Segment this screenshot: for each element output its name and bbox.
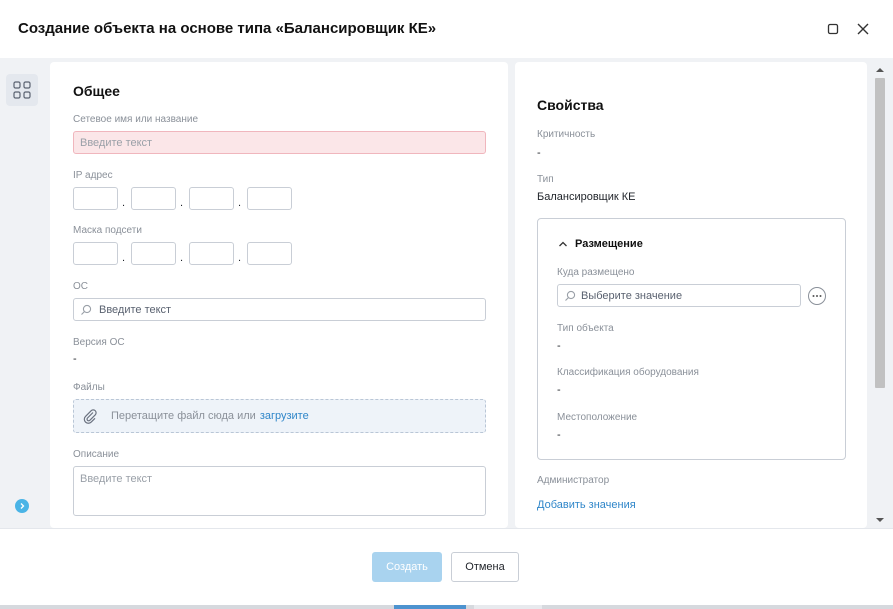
- classification-label: Классификация оборудования: [557, 367, 699, 378]
- ip-octet-2[interactable]: [131, 187, 176, 210]
- maximize-icon: [827, 23, 839, 35]
- expand-rail-button[interactable]: [15, 499, 29, 513]
- ip-octet-3[interactable]: [189, 187, 234, 210]
- dialog-title: Создание объекта на основе типа «Баланси…: [18, 20, 437, 37]
- os-version-label: Версия ОС: [73, 337, 125, 348]
- mask-separator: .: [238, 252, 242, 264]
- dropzone-hint: Перетащите файл сюда или: [111, 410, 256, 422]
- location-label: Куда размещено: [557, 267, 635, 278]
- grid-icon: [13, 81, 31, 99]
- background-button: [474, 605, 542, 609]
- criticality-value: -: [537, 147, 541, 159]
- upload-link[interactable]: загрузите: [260, 410, 309, 422]
- location-select[interactable]: Выберите значение: [557, 284, 801, 307]
- left-rail: [0, 58, 50, 528]
- mask-octet-3[interactable]: [189, 242, 234, 265]
- os-placeholder: Введите текст: [99, 303, 172, 316]
- dialog-footer: Создать Отмена: [0, 528, 893, 605]
- type-label: Тип: [537, 174, 554, 185]
- create-object-dialog: Создание объекта на основе типа «Баланси…: [0, 0, 893, 605]
- placement-toggle[interactable]: Размещение: [558, 238, 643, 250]
- general-panel: Общее Сетевое имя или название Введите т…: [50, 62, 508, 528]
- scrollbar-thumb[interactable]: [875, 78, 885, 388]
- administrator-label: Администратор: [537, 475, 610, 486]
- ip-octet-4[interactable]: [247, 187, 292, 210]
- type-value: Балансировщик КЕ: [537, 191, 636, 203]
- object-type-label: Тип объекта: [557, 323, 614, 334]
- close-icon: [857, 23, 869, 35]
- description-placeholder: Введите текст: [80, 473, 153, 485]
- properties-panel: Свойства Критичность - Тип Балансировщик…: [515, 62, 867, 528]
- create-button[interactable]: Создать: [372, 552, 442, 582]
- files-label: Файлы: [73, 382, 105, 393]
- dialog-header: Создание объекта на основе типа «Баланси…: [0, 0, 893, 58]
- more-options-button[interactable]: [808, 287, 826, 305]
- scroll-up-arrow[interactable]: [876, 68, 884, 72]
- search-icon: [565, 290, 576, 301]
- ip-separator: .: [180, 197, 184, 209]
- background-button: [394, 605, 466, 609]
- mask-octet-2[interactable]: [131, 242, 176, 265]
- general-section-title: Общее: [73, 83, 120, 99]
- criticality-label: Критичность: [537, 129, 596, 140]
- object-type-value: -: [557, 340, 561, 352]
- os-version-value: -: [73, 353, 77, 365]
- close-button[interactable]: [851, 18, 875, 40]
- network-name-placeholder: Введите текст: [80, 136, 153, 149]
- add-values-link[interactable]: Добавить значения: [537, 499, 636, 511]
- grid-view-button[interactable]: [6, 74, 38, 106]
- subnet-mask-label: Маска подсети: [73, 225, 142, 236]
- network-name-label: Сетевое имя или название: [73, 114, 199, 125]
- network-name-input[interactable]: Введите текст: [73, 131, 486, 154]
- mask-octet-4[interactable]: [247, 242, 292, 265]
- search-icon: [81, 304, 92, 315]
- os-label: ОС: [73, 281, 88, 292]
- description-label: Описание: [73, 449, 120, 460]
- chevron-up-icon: [559, 241, 567, 247]
- scroll-down-arrow[interactable]: [876, 518, 884, 522]
- location-placeholder: Выберите значение: [581, 289, 683, 302]
- ip-separator: .: [238, 197, 242, 209]
- position-value: -: [557, 429, 561, 441]
- background-page-strip: [0, 605, 893, 609]
- paperclip-icon: [83, 409, 97, 424]
- more-horizontal-icon: [812, 295, 822, 297]
- classification-value: -: [557, 384, 561, 396]
- scrollbar[interactable]: [872, 62, 888, 528]
- ip-address-label: IP адрес: [73, 170, 113, 181]
- position-label: Местоположение: [557, 412, 638, 423]
- properties-section-title: Свойства: [537, 97, 604, 113]
- mask-separator: .: [122, 252, 126, 264]
- mask-separator: .: [180, 252, 184, 264]
- file-dropzone[interactable]: Перетащите файл сюда или загрузите: [73, 399, 486, 433]
- ip-octet-1[interactable]: [73, 187, 118, 210]
- placement-group: Размещение Куда размещено Выберите значе…: [537, 218, 846, 460]
- chevron-right-icon: [20, 503, 25, 509]
- ip-separator: .: [122, 197, 126, 209]
- os-search-input[interactable]: Введите текст: [73, 298, 486, 321]
- cancel-button[interactable]: Отмена: [451, 552, 519, 582]
- description-textarea[interactable]: Введите текст: [73, 466, 486, 516]
- placement-title: Размещение: [575, 238, 643, 250]
- mask-octet-1[interactable]: [73, 242, 118, 265]
- maximize-button[interactable]: [821, 18, 845, 40]
